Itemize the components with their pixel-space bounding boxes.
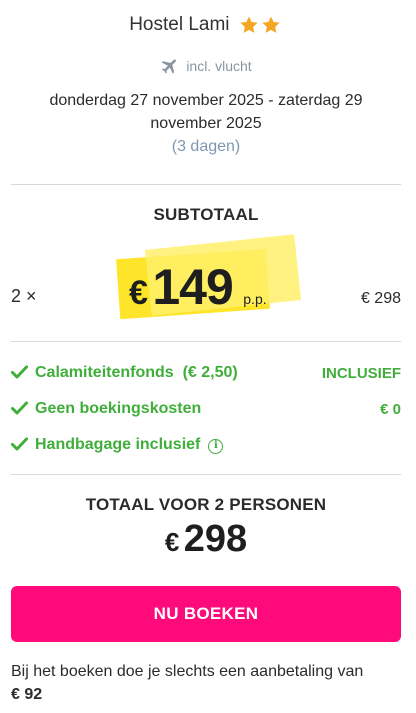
feature-hand-luggage: Handbagage inclusief i (11, 434, 401, 470)
divider (11, 474, 401, 475)
star-rating (239, 14, 283, 36)
feature-booking-costs: Geen boekingskosten € 0 (11, 398, 401, 434)
deposit-text: Bij het boeken doe je slechts een aanbet… (11, 663, 364, 680)
trip-duration: (3 dagen) (171, 138, 241, 155)
feature-label: Geen boekingskosten (35, 400, 202, 417)
total-label: TOTAAL VOOR 2 PERSONEN (85, 495, 327, 514)
feature-value: INCLUSIEF (321, 365, 401, 382)
deposit-note: Bij het boeken doe je slechts een aanbet… (11, 660, 401, 706)
booking-summary-card: Hostel Lami incl. vlucht donderdag 27 no… (11, 0, 401, 713)
price-currency: € (129, 274, 148, 312)
hotel-title: Hostel Lami (11, 14, 401, 36)
price-amount: 149 (152, 259, 233, 315)
feature-calamity-fund: Calamiteitenfonds (€ 2,50) INCLUSIEF (11, 362, 401, 398)
total-currency: € (164, 527, 180, 557)
divider (11, 341, 401, 342)
included-features-list: Calamiteitenfonds (€ 2,50) INCLUSIEF Gee… (11, 362, 401, 470)
quantity-label: 2 × (11, 286, 37, 306)
airplane-icon (162, 59, 177, 74)
feature-label: Handbagage inclusief (35, 436, 201, 453)
book-now-button[interactable]: NU BOEKEN (11, 586, 401, 642)
flight-included: incl. vlucht (11, 56, 401, 76)
travel-dates: donderdag 27 november 2025 - zaterdag 29… (49, 92, 363, 132)
check-icon (11, 437, 28, 451)
divider (11, 184, 401, 185)
star-icon (262, 16, 280, 33)
check-icon (11, 365, 28, 379)
feature-label: Calamiteitenfonds (€ 2,50) (35, 364, 238, 381)
feature-value: € 0 (380, 401, 401, 418)
star-icon (240, 16, 258, 33)
flight-label: incl. vlucht (186, 58, 252, 74)
total-amount: € 298 (11, 518, 401, 561)
total-value: 298 (183, 518, 248, 560)
feature-label-wrap: Handbagage inclusief i (35, 436, 224, 454)
check-icon (11, 401, 28, 415)
subtotal-label: SUBTOTAAL (153, 205, 259, 224)
deposit-amount: € 92 (11, 686, 43, 703)
line-total: € 298 (360, 290, 401, 307)
hotel-name: Hostel Lami (129, 14, 230, 35)
per-person-label: p.p. (243, 291, 267, 307)
price-per-person: € 149 p.p. (129, 258, 267, 316)
info-icon[interactable]: i (208, 439, 224, 454)
